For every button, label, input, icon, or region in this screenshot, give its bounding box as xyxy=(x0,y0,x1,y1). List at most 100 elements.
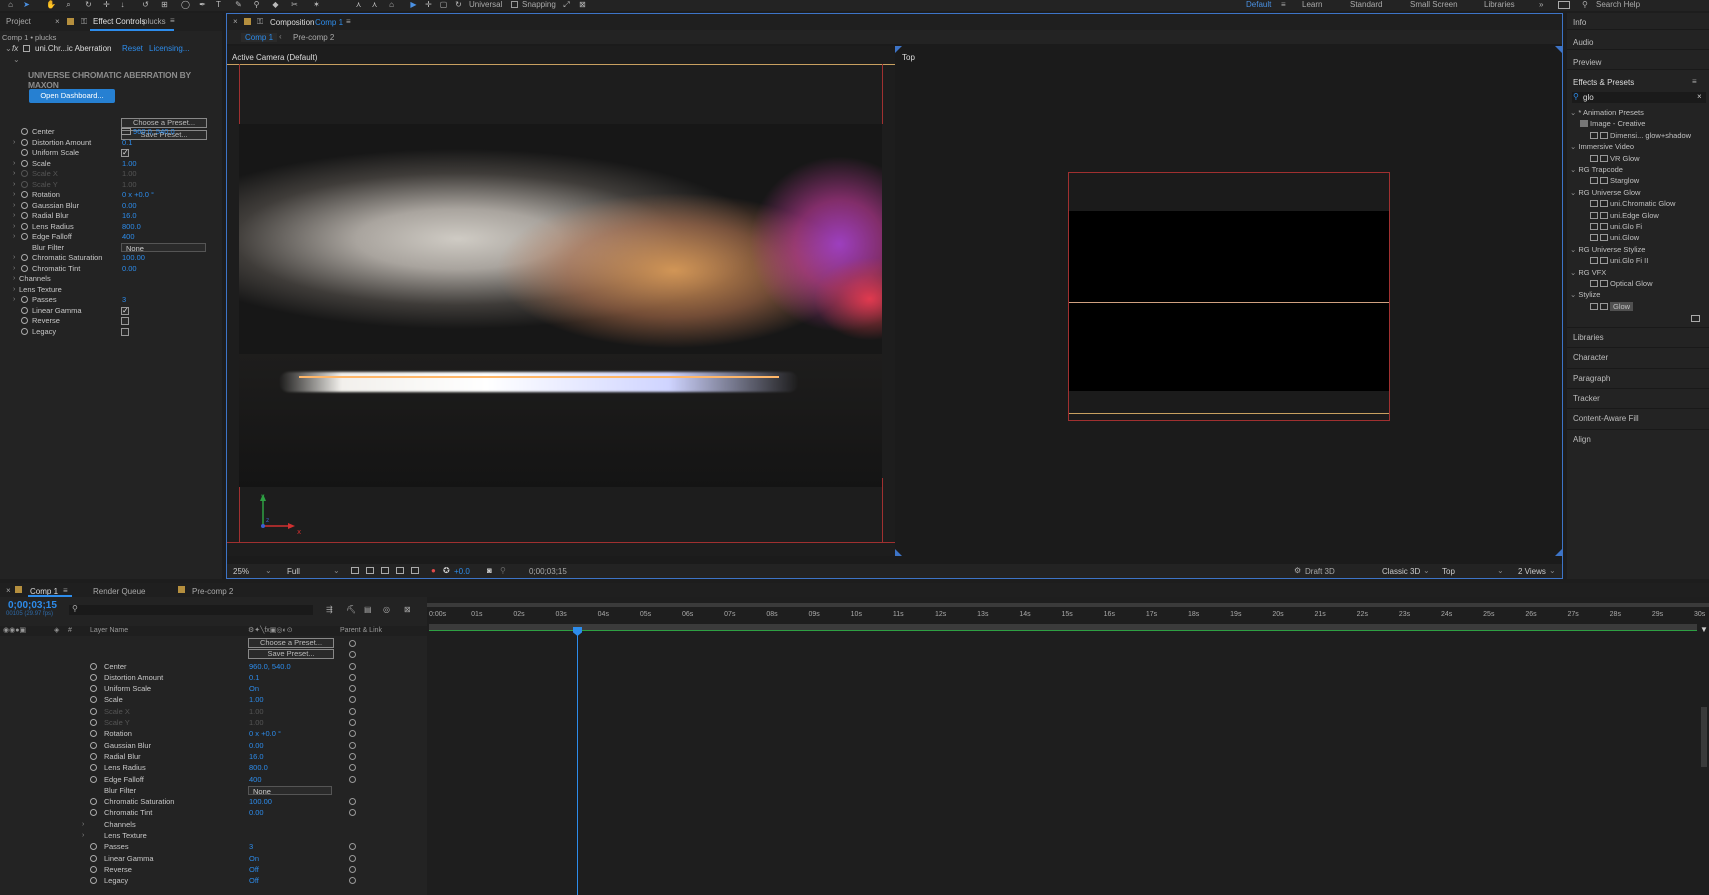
param-value[interactable]: 16.0 xyxy=(122,210,137,221)
licensing-link[interactable]: Licensing... xyxy=(149,44,189,53)
panel-tracker[interactable]: Tracker xyxy=(1573,394,1600,403)
param-value[interactable]: 400 xyxy=(249,774,262,785)
expand-arrow-icon[interactable]: › xyxy=(82,819,84,830)
graph-editor-icon[interactable]: ⊠ xyxy=(404,605,411,614)
renderer-dropdown[interactable]: Classic 3D xyxy=(1382,567,1420,576)
effect-folder[interactable]: ⌄ RG Universe Glow xyxy=(1570,187,1640,198)
view-dropdown[interactable]: Top xyxy=(1442,567,1455,576)
axis-local-icon[interactable]: ⋏ xyxy=(354,0,363,9)
param-value[interactable]: 16.0 xyxy=(249,751,264,762)
left-view[interactable]: Active Camera (Default) y x z xyxy=(227,46,895,556)
playhead-icon[interactable] xyxy=(573,627,582,636)
effect-folder[interactable]: ⌄ Stylize xyxy=(1570,289,1600,300)
search-help-label[interactable]: Search Help xyxy=(1596,0,1640,10)
stopwatch-icon[interactable] xyxy=(90,741,97,749)
timeline-graph-area[interactable]: 0:00s 01s 02s 03s 04s 05s 06s 07s 08s 09s 10s 11s 12… xyxy=(427,597,1709,895)
stopwatch-icon[interactable] xyxy=(90,673,97,681)
workspace-small-screen[interactable]: Small Screen xyxy=(1410,0,1458,10)
pickwhip-icon[interactable] xyxy=(349,651,356,658)
expand-arrow-icon[interactable]: › xyxy=(13,263,15,274)
param-value[interactable]: 800.0 xyxy=(249,762,268,773)
layer-name-header[interactable]: Layer Name xyxy=(90,627,128,634)
param-value[interactable]: 0.1 xyxy=(122,137,132,148)
effect-folder[interactable]: ⌄ * Animation Presets xyxy=(1570,107,1644,118)
effect-item[interactable]: uni.Glow xyxy=(1590,232,1639,243)
lock-icon[interactable]: ⚿ xyxy=(81,17,87,27)
pickwhip-icon[interactable] xyxy=(349,764,356,772)
shape-tool-icon[interactable]: ◯ xyxy=(181,0,190,9)
timeline-close-icon[interactable]: × xyxy=(6,586,11,595)
pickwhip-icon[interactable] xyxy=(349,775,356,783)
axis-view-icon[interactable]: ⌂ xyxy=(387,0,396,9)
stopwatch-icon[interactable] xyxy=(90,798,97,806)
param-value[interactable]: 1.00 xyxy=(249,694,264,705)
pickwhip-icon[interactable] xyxy=(349,877,356,885)
camera-snapshot-icon[interactable]: ◙ xyxy=(487,566,492,575)
stopwatch-icon[interactable] xyxy=(90,877,97,885)
panel-menu-icon[interactable]: ≡ xyxy=(170,16,175,25)
param-value[interactable]: 3 xyxy=(249,841,253,852)
zoom-dropdown[interactable]: 25% xyxy=(233,567,249,576)
stopwatch-icon[interactable] xyxy=(90,775,97,783)
snapping-checkbox[interactable] xyxy=(511,1,518,8)
chevron-down-icon[interactable]: ⌄ xyxy=(1423,566,1430,575)
pickwhip-icon[interactable] xyxy=(349,696,356,704)
brush-tool-icon[interactable]: ✎ xyxy=(234,0,243,9)
stopwatch-icon[interactable] xyxy=(21,128,28,135)
roto-tool-icon[interactable]: ✂ xyxy=(290,0,299,9)
expand-arrow-icon[interactable]: › xyxy=(13,158,15,169)
clear-search-icon[interactable]: × xyxy=(1697,92,1702,101)
pickwhip-icon[interactable] xyxy=(349,719,356,726)
pickwhip-icon[interactable] xyxy=(349,865,356,873)
panel-info[interactable]: Info xyxy=(1573,18,1586,27)
frame-blending-icon[interactable]: ▤ xyxy=(364,605,372,614)
show-snapshot-icon[interactable]: ⚲ xyxy=(500,566,506,575)
param-value[interactable]: On xyxy=(249,853,259,864)
workspace-default[interactable]: Default xyxy=(1246,0,1271,10)
pickwhip-icon[interactable] xyxy=(349,662,356,670)
param-value[interactable]: On xyxy=(249,683,259,694)
time-ruler[interactable]: 0:00s 01s 02s 03s 04s 05s 06s 07s 08s 09s 10s 11s 12… xyxy=(427,607,1709,623)
blur-filter-dropdown[interactable]: None xyxy=(248,785,332,796)
tab-precomp2[interactable]: Pre-comp 2 xyxy=(192,587,233,596)
effect-folder[interactable]: ⌄ RG VFX xyxy=(1570,267,1606,278)
expand-arrow-icon[interactable]: › xyxy=(13,252,15,263)
effect-item[interactable]: uni.Edge Glow xyxy=(1590,210,1659,221)
pickwhip-icon[interactable] xyxy=(349,809,356,817)
stopwatch-icon[interactable] xyxy=(90,662,97,670)
subtab-precomp2[interactable]: Pre-comp 2 xyxy=(293,33,334,42)
param-value[interactable]: 800.0 xyxy=(122,221,141,232)
param-value[interactable]: 0.00 xyxy=(249,807,264,818)
timeline-menu-icon[interactable]: ≡ xyxy=(63,586,68,595)
tab-layer-name[interactable]: plucks xyxy=(143,17,166,26)
selection-tool-icon[interactable]: ➤ xyxy=(22,0,31,9)
stopwatch-icon[interactable] xyxy=(21,222,28,230)
tl-choose-preset-button[interactable]: Choose a Preset... xyxy=(248,638,334,648)
workspace-libraries[interactable]: Libraries xyxy=(1484,0,1515,10)
tab-project[interactable]: Project xyxy=(6,17,31,26)
stopwatch-icon[interactable] xyxy=(90,730,97,738)
expand-arrow-icon[interactable]: › xyxy=(13,189,15,200)
workspace-menu-icon[interactable]: ≡ xyxy=(1281,0,1286,10)
stopwatch-icon[interactable] xyxy=(21,201,28,209)
expand-arrow-icon[interactable]: › xyxy=(13,200,15,211)
timeline-timecode[interactable]: 0;00;03;15 xyxy=(8,600,57,611)
param-value[interactable]: 0 x +0.0 ° xyxy=(249,728,281,739)
expand-arrow-icon[interactable]: › xyxy=(13,231,15,242)
universal-scale-icon[interactable]: ▢ xyxy=(439,0,448,9)
subtab-comp1[interactable]: Comp 1 xyxy=(241,33,278,42)
stopwatch-icon[interactable] xyxy=(21,159,28,167)
dolly-tool-icon[interactable]: ↓ xyxy=(118,0,127,9)
expand-arrow-icon[interactable]: › xyxy=(13,284,15,295)
effect-folder[interactable]: ⌄ Immersive Video xyxy=(1570,141,1634,152)
snap-options-icon[interactable]: ⤢ xyxy=(562,0,571,9)
stopwatch-icon[interactable] xyxy=(21,306,28,314)
chevron-down-icon[interactable]: ⌄ xyxy=(333,566,340,575)
zoom-tool-icon[interactable]: ⌕ xyxy=(64,0,73,9)
stopwatch-icon[interactable] xyxy=(21,149,28,156)
param-value[interactable]: 100.00 xyxy=(122,252,145,263)
panel-preview[interactable]: Preview xyxy=(1573,58,1601,67)
param-value[interactable]: 1.00 xyxy=(122,168,137,179)
timeline-scroll-handle-icon[interactable]: ▼ xyxy=(1700,625,1708,634)
param-value[interactable]: 100.00 xyxy=(249,796,272,807)
